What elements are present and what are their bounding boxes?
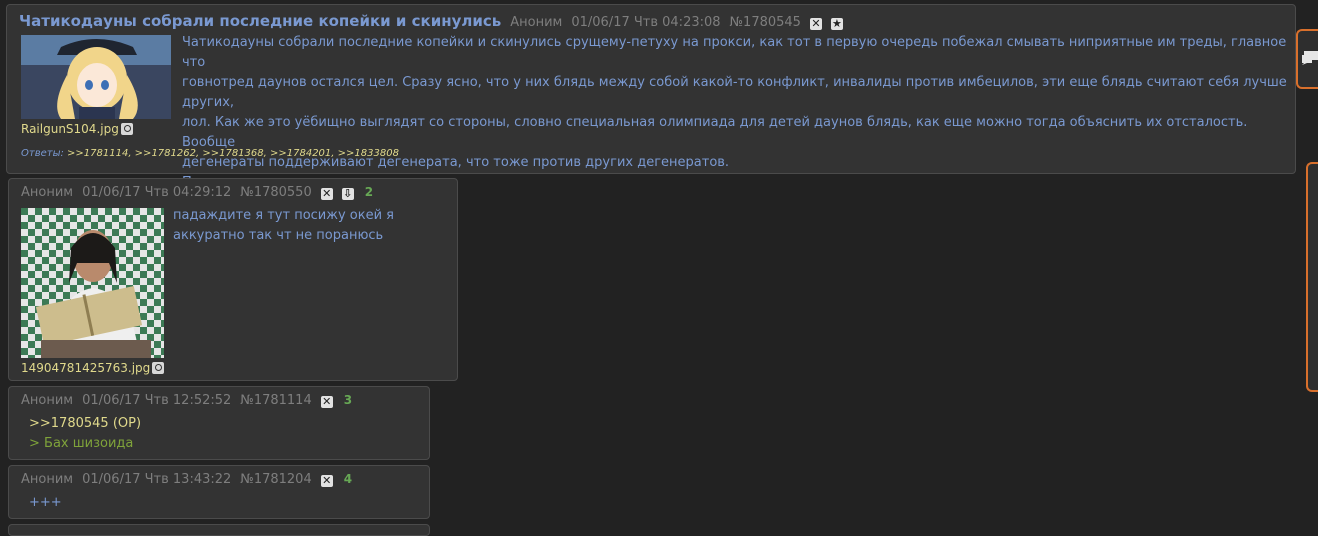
post-file-name[interactable]: 14904781425763.jpg <box>21 361 165 375</box>
op-body: Чатикодауны собрали последние копейки и … <box>182 33 1287 193</box>
post-author: Аноним <box>21 185 74 200</box>
op-replies: Ответы: >>1781114, >>1781262, >>1781368,… <box>21 148 399 159</box>
post-body: +++ <box>29 493 62 513</box>
zoom-icon[interactable] <box>120 123 133 135</box>
post-number[interactable]: №1780545 <box>730 15 801 30</box>
hide-icon[interactable]: ✕ <box>320 396 333 408</box>
hide-icon[interactable]: ✕ <box>809 18 822 30</box>
op-post: Чатикодауны собрали последние копейки и … <box>6 4 1296 190</box>
reply-post-1781114: Аноним 01/06/17 Чтв 12:52:52 №1781114 ✕ 3 >>… <box>8 386 430 460</box>
replies-label: Ответы: <box>21 148 64 159</box>
chat-bubble-icon <box>1302 51 1318 65</box>
reply-post-1780550: Аноним 01/06/17 Чтв 04:29:12 №1780550 ✕ ⇩ 2 1… <box>8 178 458 381</box>
op-body-line: говнотред даунов остался цел. Сразу ясно… <box>182 75 1287 110</box>
post-body: >>1780545 (OP) > Бах шизоида <box>29 414 141 454</box>
op-file-name[interactable]: RailgunS104.jpg <box>21 122 133 136</box>
post-body: падаждите я тут посижу окей я аккуратно … <box>173 206 453 246</box>
post-number[interactable]: №1780550 <box>240 185 311 200</box>
hide-icon[interactable]: ✕ <box>320 475 333 487</box>
post-author: Аноним <box>21 393 74 408</box>
post-text: +++ <box>29 495 62 510</box>
thread-title[interactable]: Чатикодауны собрали последние копейки и … <box>19 12 501 30</box>
post-counter: 4 <box>343 472 353 486</box>
post-body-line: аккуратно так чт не поранюсь <box>173 228 384 243</box>
post-header: Аноним 01/06/17 Чтв 12:52:52 №1781114 ✕ 3 <box>21 393 361 408</box>
replies-links[interactable]: >>1781114, >>1781262, >>1781368, >>17842… <box>67 148 399 159</box>
post-file-name-text[interactable]: 14904781425763.jpg <box>21 361 150 375</box>
zoom-icon[interactable] <box>152 362 165 374</box>
post-number[interactable]: №1781114 <box>240 393 311 408</box>
post-counter: 2 <box>364 185 374 199</box>
download-icon[interactable]: ⇩ <box>341 188 354 200</box>
reply-link[interactable]: >>1780545 (OP) <box>29 414 141 434</box>
op-body-line: Чатикодауны собрали последние копейки и … <box>182 35 1287 70</box>
op-body-line: лол. Как же это уёбищно выглядят со стор… <box>182 115 1248 150</box>
post-number[interactable]: №1781204 <box>240 472 311 487</box>
post-counter: 3 <box>343 393 353 407</box>
post-author: Аноним <box>510 15 563 30</box>
side-panel-tab-top[interactable] <box>1296 29 1318 89</box>
reply-post-1781204: Аноним 01/06/17 Чтв 13:43:22 №1781204 ✕ 4 ++… <box>8 465 430 519</box>
post-header: Аноним 01/06/17 Чтв 04:29:12 №1780550 ✕ ⇩ 2 <box>21 185 382 200</box>
op-file-name-text[interactable]: RailgunS104.jpg <box>21 122 119 136</box>
post-date: 01/06/17 Чтв 12:52:52 <box>82 393 232 408</box>
post-date: 01/06/17 Чтв 04:23:08 <box>571 15 721 30</box>
next-post-edge <box>8 524 430 536</box>
post-date: 01/06/17 Чтв 04:29:12 <box>82 185 232 200</box>
post-date: 01/06/17 Чтв 13:43:22 <box>82 472 232 487</box>
side-panel-tab-bottom[interactable] <box>1306 162 1318 392</box>
post-header: Аноним 01/06/17 Чтв 13:43:22 №1781204 ✕ 4 <box>21 472 361 487</box>
op-header: Чатикодауны собрали последние копейки и … <box>19 12 852 30</box>
post-body-line: падаждите я тут посижу окей я <box>173 208 394 223</box>
op-thumbnail[interactable] <box>21 35 171 119</box>
favorite-star-icon[interactable]: ★ <box>830 18 843 30</box>
post-author: Аноним <box>21 472 74 487</box>
greentext-quote: > Бах шизоида <box>29 436 134 451</box>
post-thumbnail[interactable] <box>21 208 164 358</box>
hide-icon[interactable]: ✕ <box>320 188 333 200</box>
